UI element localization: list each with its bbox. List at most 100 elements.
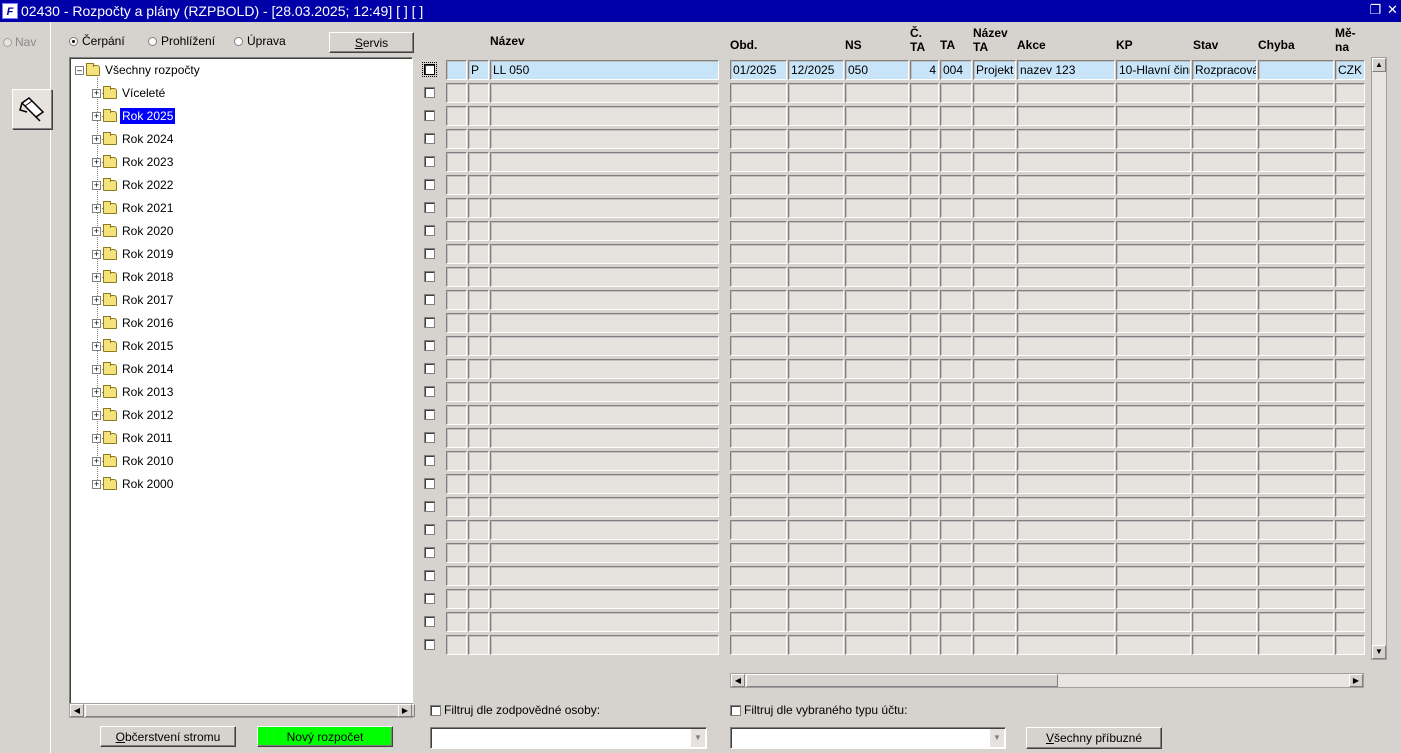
cell-chyba[interactable] [1258,129,1334,149]
cell-ns[interactable] [845,497,909,517]
cell-kp[interactable] [1116,313,1191,333]
cell-ta[interactable] [940,267,972,287]
servis-button[interactable]: Servis [329,32,414,53]
cell-kp[interactable] [1116,152,1191,172]
cell-ns[interactable]: 050 [845,60,909,80]
cell-stav[interactable] [1192,635,1257,655]
cell-type[interactable] [468,267,489,287]
cell-mena[interactable] [1335,543,1365,563]
expand-icon[interactable]: + [92,318,101,328]
cell-stav[interactable] [1192,244,1257,264]
cell-chyba[interactable] [1258,267,1334,287]
cell-stav[interactable] [1192,451,1257,471]
row-select-checkbox[interactable] [424,501,435,512]
cell-ta[interactable] [940,313,972,333]
mode-prohlizeni[interactable]: Prohlížení [148,34,215,48]
row-select-checkbox[interactable] [424,593,435,604]
cell-chyba[interactable] [1258,428,1334,448]
new-budget-button[interactable]: Nový rozpočet [257,726,393,747]
cell-kp[interactable] [1116,221,1191,241]
tree-item[interactable]: + Rok 2024 [92,130,175,148]
cell-nazev-ta[interactable] [973,244,1016,264]
cell-nazev-ta[interactable]: Projekt [973,60,1016,80]
cell-blank[interactable] [446,106,467,126]
cell-cta[interactable] [910,267,939,287]
cell-nazev-ta[interactable] [973,566,1016,586]
cell-cta[interactable] [910,244,939,264]
cell-ns[interactable] [845,336,909,356]
cell-type[interactable] [468,451,489,471]
cell-mena[interactable] [1335,244,1365,264]
cell-chyba[interactable] [1258,543,1334,563]
expand-icon[interactable]: + [92,479,101,489]
cell-akce[interactable] [1017,336,1115,356]
cell-obd-do[interactable] [788,382,844,402]
cell-obd-od[interactable] [730,175,787,195]
cell-obd-do[interactable] [788,497,844,517]
cell-mena[interactable] [1335,520,1365,540]
cell-cta[interactable] [910,313,939,333]
expand-icon[interactable]: + [92,203,101,213]
cell-cta[interactable] [910,428,939,448]
cell-blank[interactable] [446,152,467,172]
cell-stav[interactable] [1192,543,1257,563]
budget-tree[interactable]: – Všechny rozpočty + Víceleté + Rok 2025 + Rok … [69,57,413,718]
cell-nazev-ta[interactable] [973,106,1016,126]
cell-obd-od[interactable] [730,83,787,103]
cell-nazev[interactable] [490,313,719,333]
cell-kp[interactable] [1116,106,1191,126]
cell-akce[interactable] [1017,612,1115,632]
cell-nazev-ta[interactable] [973,405,1016,425]
cell-chyba[interactable] [1258,589,1334,609]
row-select-checkbox[interactable] [424,87,435,98]
cell-mena[interactable] [1335,221,1365,241]
cell-obd-do[interactable] [788,589,844,609]
cell-cta[interactable] [910,290,939,310]
row-select-checkbox[interactable] [424,340,435,351]
cell-nazev[interactable]: LL 050 [490,60,719,80]
cell-mena[interactable]: CZK [1335,60,1365,80]
cell-stav[interactable] [1192,198,1257,218]
scroll-up-icon[interactable]: ▲ [1372,58,1386,72]
cell-ns[interactable] [845,566,909,586]
cell-type[interactable] [468,520,489,540]
cell-stav[interactable]: Rozpracováno [1192,60,1257,80]
cell-type[interactable] [468,405,489,425]
cell-obd-do[interactable] [788,313,844,333]
cell-type[interactable] [468,359,489,379]
cell-kp[interactable] [1116,635,1191,655]
expand-icon[interactable]: + [92,272,101,282]
cell-type[interactable] [468,129,489,149]
cell-akce[interactable] [1017,474,1115,494]
cell-nazev[interactable] [490,543,719,563]
cell-kp[interactable] [1116,336,1191,356]
cell-stav[interactable] [1192,359,1257,379]
cell-nazev-ta[interactable] [973,451,1016,471]
cell-stav[interactable] [1192,566,1257,586]
cell-chyba[interactable] [1258,612,1334,632]
row-select-checkbox[interactable] [424,225,435,236]
all-related-button[interactable]: Všechny příbuzné [1026,727,1162,749]
cell-obd-do[interactable] [788,198,844,218]
responsible-person-select[interactable]: ▼ [430,727,707,749]
cell-chyba[interactable] [1258,152,1334,172]
cell-stav[interactable] [1192,267,1257,287]
cell-obd-od[interactable] [730,359,787,379]
cell-nazev-ta[interactable] [973,359,1016,379]
scroll-left-icon[interactable]: ◀ [70,704,84,717]
cell-obd-od[interactable] [730,336,787,356]
cell-mena[interactable] [1335,635,1365,655]
cell-ta[interactable] [940,451,972,471]
cell-obd-od[interactable] [730,543,787,563]
cell-akce[interactable] [1017,198,1115,218]
cell-obd-do[interactable] [788,175,844,195]
cell-ta[interactable] [940,198,972,218]
cell-cta[interactable] [910,83,939,103]
row-select-checkbox[interactable] [424,455,435,466]
row-select-checkbox[interactable] [424,570,435,581]
cell-mena[interactable] [1335,313,1365,333]
cell-stav[interactable] [1192,221,1257,241]
cell-obd-do[interactable] [788,221,844,241]
cell-ns[interactable] [845,520,909,540]
cell-mena[interactable] [1335,612,1365,632]
